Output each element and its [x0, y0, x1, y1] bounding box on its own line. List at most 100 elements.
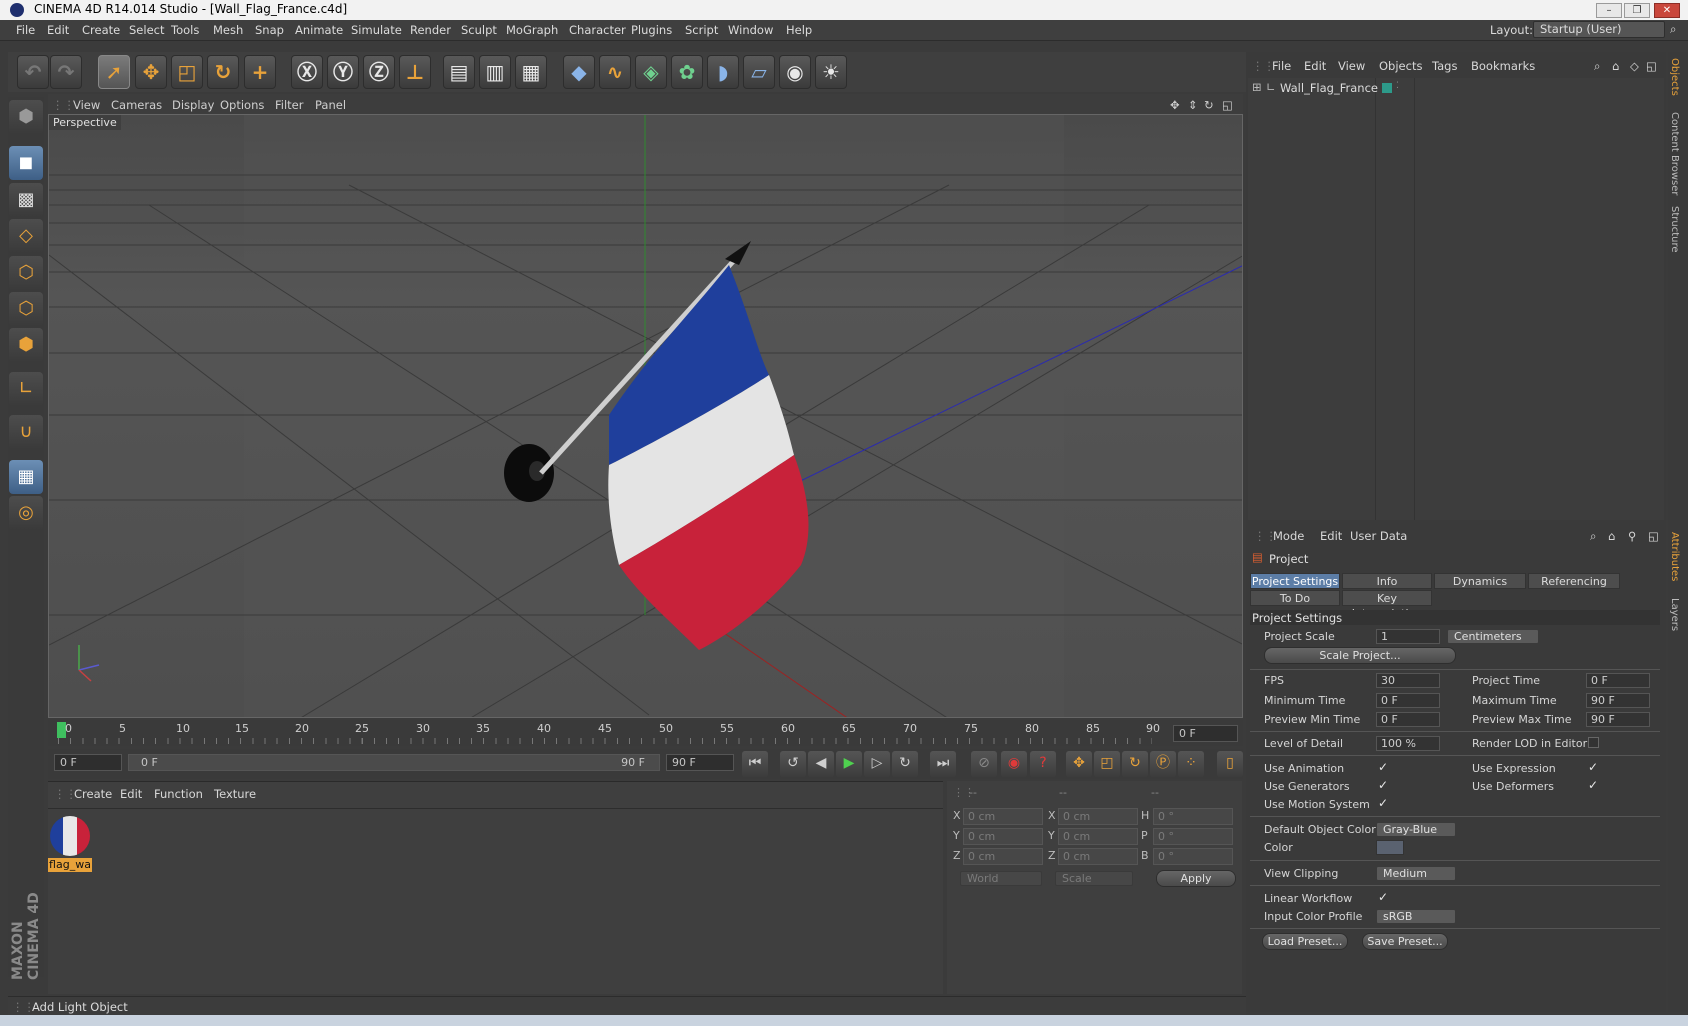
coord-mode-dropdown[interactable]: Scale: [1055, 871, 1133, 886]
coord-space-dropdown[interactable]: World: [960, 871, 1042, 886]
goto-prev-key-icon[interactable]: ↺: [780, 751, 806, 777]
floor-icon[interactable]: ▱: [743, 55, 775, 89]
live-selection-icon[interactable]: ➚: [98, 55, 130, 89]
points-mode-icon[interactable]: ⬡: [9, 256, 43, 290]
material-menu-texture[interactable]: Texture: [214, 787, 256, 801]
pos-x-field[interactable]: 0 cm: [963, 808, 1043, 825]
tab-dynamics[interactable]: Dynamics: [1434, 573, 1526, 589]
scale-z-field[interactable]: 0 cm: [1058, 848, 1138, 865]
side-tab-objects[interactable]: Objects: [1669, 58, 1680, 96]
fps-field[interactable]: 30: [1376, 673, 1440, 688]
make-editable-icon[interactable]: ⬢: [9, 100, 43, 134]
planar-workplane-icon[interactable]: ◎: [9, 496, 43, 530]
y-axis-lock-icon[interactable]: Ⓨ: [327, 55, 359, 89]
end-frame-field[interactable]: 90 F: [666, 754, 734, 771]
nurbs-icon[interactable]: ◈: [635, 55, 667, 89]
goto-end-icon[interactable]: ⏭: [930, 751, 956, 777]
side-tab-content-browser[interactable]: Content Browser: [1669, 112, 1680, 195]
next-frame-icon[interactable]: ▷: [864, 751, 890, 777]
perspective-viewport[interactable]: Perspective: [48, 114, 1243, 718]
use-generators-checkbox[interactable]: ✓: [1378, 778, 1388, 792]
menu-render[interactable]: Render: [410, 23, 451, 37]
rot-h-field[interactable]: 0 °: [1153, 808, 1233, 825]
menu-tools[interactable]: Tools: [171, 23, 199, 37]
input-profile-dropdown[interactable]: sRGB: [1376, 909, 1456, 924]
render-picture-viewer-icon[interactable]: ▥: [479, 55, 511, 89]
key-rotation-icon[interactable]: ↻: [1122, 751, 1148, 777]
menu-snap[interactable]: Snap: [255, 23, 284, 37]
tab-referencing[interactable]: Referencing: [1528, 573, 1620, 589]
pos-z-field[interactable]: 0 cm: [963, 848, 1043, 865]
camera-icon[interactable]: ◉: [779, 55, 811, 89]
expand-icon[interactable]: ◱: [1646, 59, 1657, 73]
scale-unit-dropdown[interactable]: Centimeters: [1447, 629, 1539, 644]
lock-icon[interactable]: ⌂: [1608, 529, 1615, 543]
material-menu-function[interactable]: Function: [154, 787, 203, 801]
objects-menu-bookmarks[interactable]: Bookmarks: [1471, 59, 1535, 73]
spline-icon[interactable]: ∿: [599, 55, 631, 89]
viewport-menu-cameras[interactable]: Cameras: [111, 98, 162, 112]
side-tab-structure[interactable]: Structure: [1669, 206, 1680, 253]
search-icon[interactable]: ⌕: [1670, 22, 1676, 37]
color-swatch[interactable]: [1376, 840, 1404, 855]
use-animation-checkbox[interactable]: ✓: [1378, 760, 1388, 774]
min-time-field[interactable]: 0 F: [1376, 693, 1440, 708]
range-slider[interactable]: 0 F 90 F: [128, 754, 660, 771]
snap-icon[interactable]: ∪: [9, 415, 43, 449]
axis-mode-icon[interactable]: ∟: [9, 372, 43, 406]
deformer-icon[interactable]: ◗: [707, 55, 739, 89]
linear-workflow-checkbox[interactable]: ✓: [1378, 890, 1388, 904]
scale-tool-icon[interactable]: ◰: [171, 55, 203, 89]
attr-menu-edit[interactable]: Edit: [1320, 529, 1342, 543]
save-preset-button[interactable]: Save Preset...: [1362, 933, 1448, 950]
viewport-menu-view[interactable]: View: [73, 98, 100, 112]
home-icon[interactable]: ⌂: [1612, 59, 1619, 73]
prev-frame-icon[interactable]: ◀: [808, 751, 834, 777]
menu-select[interactable]: Select: [129, 23, 164, 37]
close-button[interactable]: ✕: [1654, 3, 1680, 18]
menu-script[interactable]: Script: [685, 23, 718, 37]
viewport-menu-filter[interactable]: Filter: [275, 98, 303, 112]
key-pla-icon[interactable]: ⁘: [1178, 751, 1204, 777]
texture-mode-icon[interactable]: ▩: [9, 183, 43, 217]
menu-file[interactable]: File: [16, 23, 35, 37]
project-time-field[interactable]: 0 F: [1586, 673, 1650, 688]
menu-mesh[interactable]: Mesh: [213, 23, 243, 37]
move-tool-icon[interactable]: ✥: [135, 55, 167, 89]
menu-simulate[interactable]: Simulate: [351, 23, 402, 37]
objects-menu-tags[interactable]: Tags: [1432, 59, 1457, 73]
preview-max-field[interactable]: 90 F: [1586, 712, 1650, 727]
redo-button[interactable]: ↷: [50, 55, 82, 89]
play-icon[interactable]: ▶: [836, 751, 862, 777]
preview-min-field[interactable]: 0 F: [1376, 712, 1440, 727]
menu-edit[interactable]: Edit: [47, 23, 69, 37]
render-lod-checkbox[interactable]: [1588, 737, 1599, 748]
viewport-menu-panel[interactable]: Panel: [315, 98, 346, 112]
use-expression-checkbox[interactable]: ✓: [1588, 760, 1598, 774]
recent-tool-icon[interactable]: +: [244, 55, 276, 89]
menu-create[interactable]: Create: [82, 23, 120, 37]
goto-start-icon[interactable]: ⏮: [742, 751, 768, 777]
view-clipping-dropdown[interactable]: Medium: [1376, 866, 1456, 881]
pin-icon[interactable]: ◇: [1630, 59, 1639, 73]
polygons-mode-icon[interactable]: ⬢: [9, 328, 43, 362]
layout-dropdown[interactable]: Startup (User): [1533, 21, 1665, 38]
lod-field[interactable]: 100 %: [1376, 736, 1440, 751]
view-clipping-label[interactable]: View Clipping: [1264, 867, 1338, 880]
menu-mograph[interactable]: MoGraph: [506, 23, 558, 37]
menu-sculpt[interactable]: Sculpt: [461, 23, 497, 37]
side-tab-attributes[interactable]: Attributes: [1669, 532, 1680, 581]
menu-window[interactable]: Window: [728, 23, 773, 37]
side-tab-layers[interactable]: Layers: [1669, 598, 1680, 631]
layer-color-swatch[interactable]: [1382, 83, 1392, 93]
objects-menu-edit[interactable]: Edit: [1304, 59, 1326, 73]
tab-key-interpolation[interactable]: Key Interpolation: [1342, 590, 1432, 620]
material-item[interactable]: flag_wa: [48, 814, 92, 872]
viewport-menu-options[interactable]: Options: [220, 98, 264, 112]
viewport-zoom-icon[interactable]: ⇕: [1188, 98, 1198, 112]
attr-menu-userdata[interactable]: User Data: [1350, 529, 1407, 543]
rotate-tool-icon[interactable]: ↻: [207, 55, 239, 89]
default-color-dropdown[interactable]: Gray-Blue: [1376, 822, 1456, 837]
record-keys-icon[interactable]: ⊘: [971, 751, 997, 777]
scale-y-field[interactable]: 0 cm: [1058, 828, 1138, 845]
